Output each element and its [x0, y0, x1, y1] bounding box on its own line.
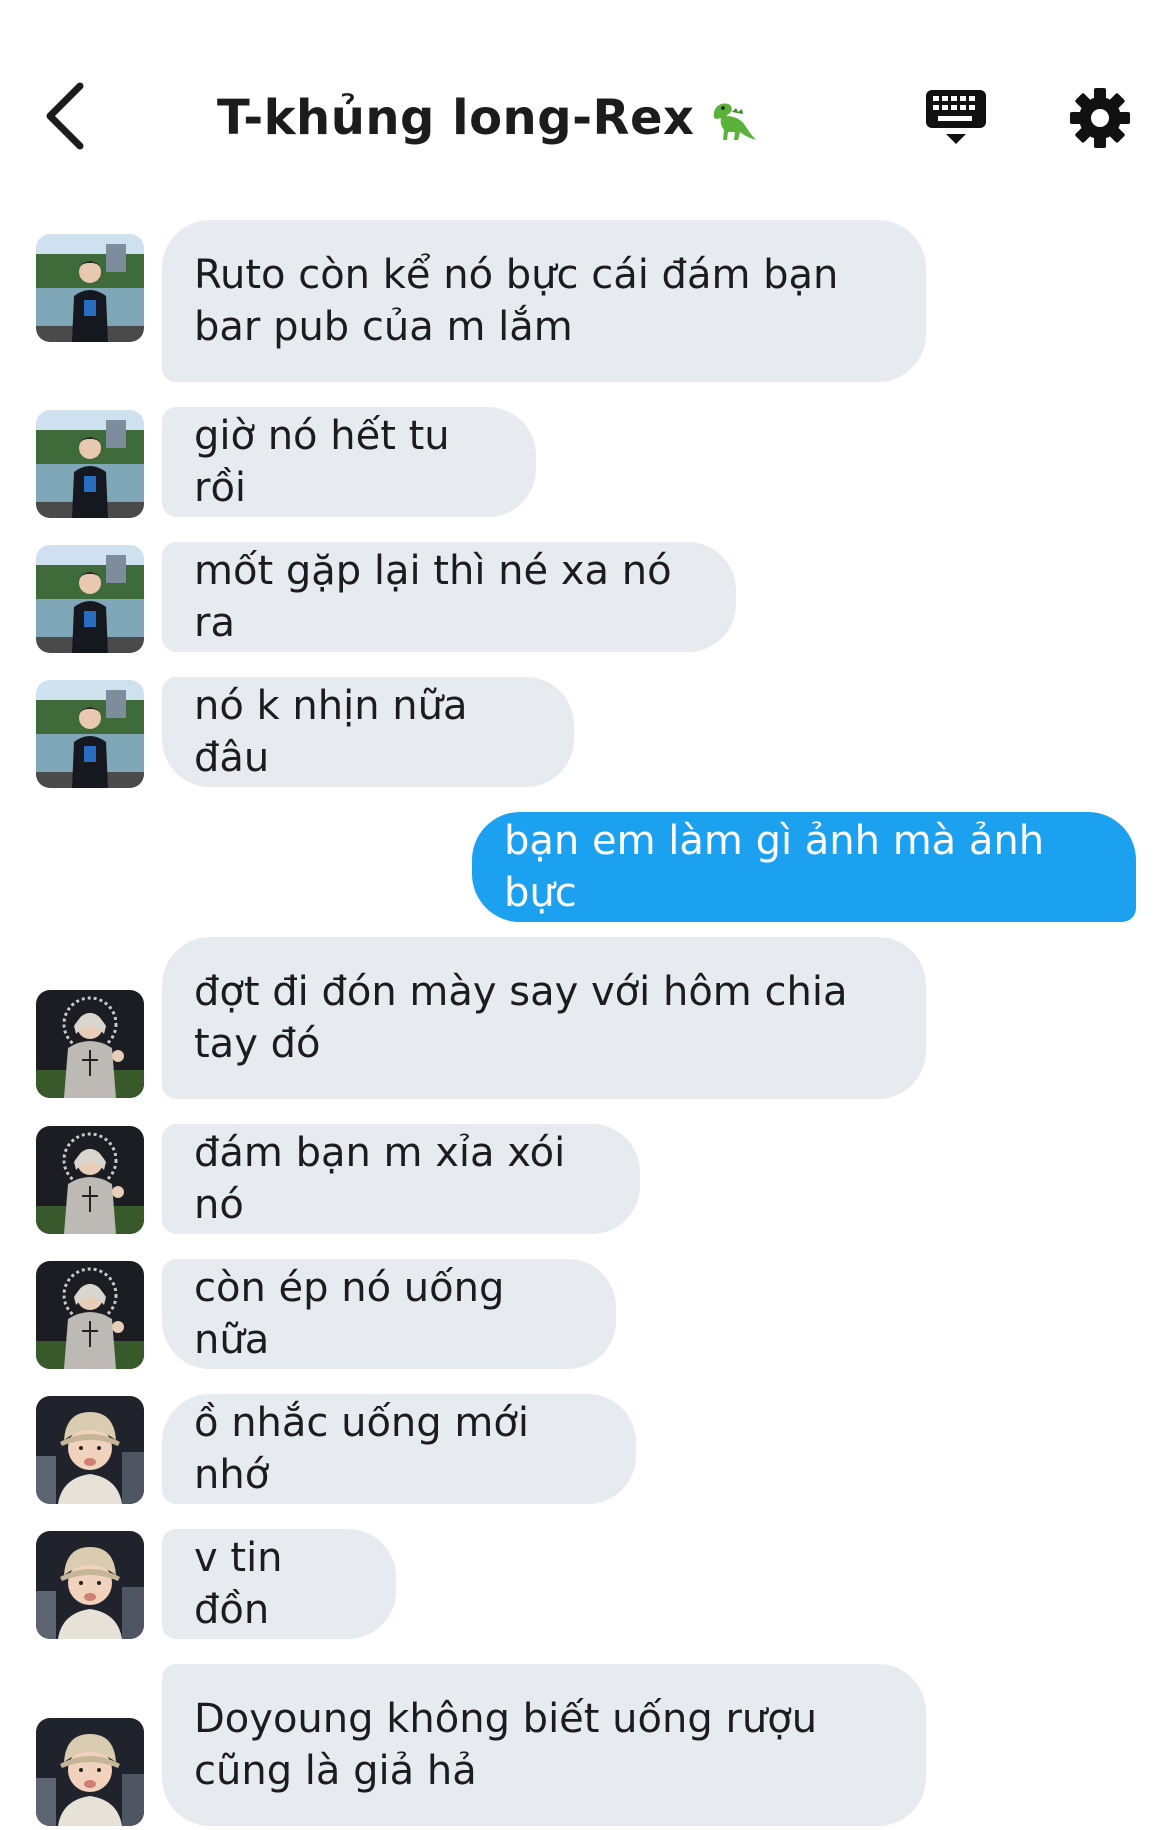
- message-bubble-incoming[interactable]: v tin đồn: [162, 1529, 396, 1639]
- message-bubble-incoming[interactable]: đám bạn m xỉa xói nó: [162, 1124, 640, 1234]
- message-bubble-incoming[interactable]: ồ nhắc uống mới nhớ: [162, 1394, 636, 1504]
- sender-avatar[interactable]: [36, 410, 144, 518]
- message-bubble-incoming[interactable]: giờ nó hết tu rồi: [162, 407, 536, 517]
- sender-avatar[interactable]: [36, 680, 144, 788]
- message-bubble-incoming[interactable]: Doyoung không biết uống rượu cũng là giả…: [162, 1664, 926, 1826]
- dinosaur-emoji-icon: [714, 103, 757, 140]
- sender-avatar[interactable]: [36, 1531, 144, 1639]
- chat-title-text: T-khủng long-Rex: [217, 90, 695, 146]
- message-bubble-incoming[interactable]: còn ép nó uống nữa: [162, 1259, 616, 1369]
- sender-avatar[interactable]: [36, 990, 144, 1098]
- message-bubble-incoming[interactable]: nó k nhịn nữa đâu: [162, 677, 574, 787]
- keyboard-icon[interactable]: [924, 86, 988, 150]
- chat-header: T-khủng long-Rex: [0, 0, 1170, 200]
- sender-avatar[interactable]: [36, 1718, 144, 1826]
- chat-title: T-khủng long-Rex: [217, 86, 758, 150]
- chevron-left-icon[interactable]: [40, 78, 100, 154]
- sender-avatar[interactable]: [36, 1396, 144, 1504]
- sender-avatar[interactable]: [36, 1126, 144, 1234]
- message-bubble-incoming[interactable]: mốt gặp lại thì né xa nó ra: [162, 542, 736, 652]
- sender-avatar[interactable]: [36, 545, 144, 653]
- gear-icon[interactable]: [1070, 88, 1130, 148]
- message-bubble-incoming[interactable]: Ruto còn kể nó bực cái đám bạn bar pub c…: [162, 220, 926, 382]
- sender-avatar[interactable]: [36, 234, 144, 342]
- message-bubble-outgoing[interactable]: bạn em làm gì ảnh mà ảnh bực: [472, 812, 1136, 922]
- message-bubble-incoming[interactable]: đợt đi đón mày say với hôm chia tay đó: [162, 937, 926, 1099]
- sender-avatar[interactable]: [36, 1261, 144, 1369]
